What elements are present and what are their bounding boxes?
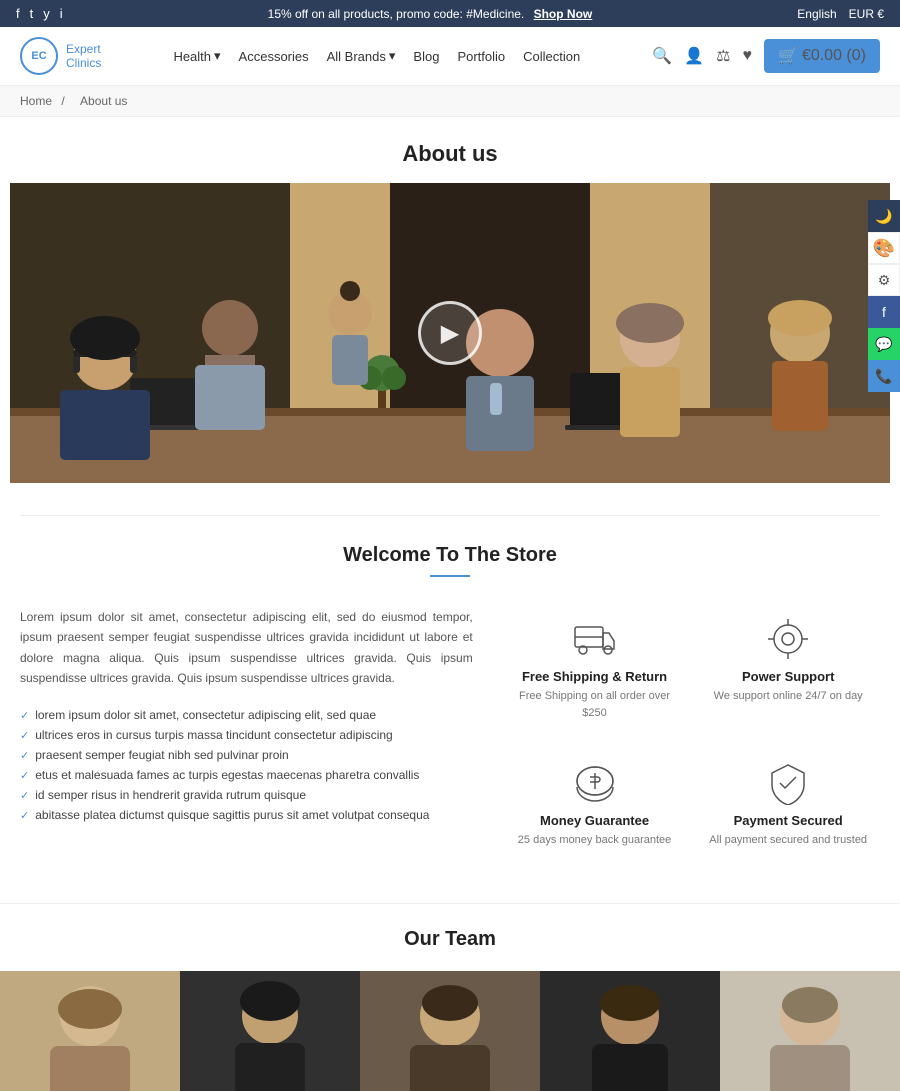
breadcrumb-current: About us xyxy=(80,94,127,108)
shop-now-link[interactable]: Shop Now xyxy=(534,7,593,21)
wishlist-icon[interactable]: ♥ xyxy=(743,47,753,65)
shipping-desc: Free Shipping on all order over $250 xyxy=(508,688,682,721)
compare-icon[interactable]: ⚖ xyxy=(716,46,730,66)
phone-icon[interactable]: 📞 xyxy=(868,360,900,392)
header-icons: 🔍 👤 ⚖ ♥ 🛒 €0.00 (0) xyxy=(652,39,880,73)
welcome-section: Welcome To The Store xyxy=(0,483,900,587)
user-icon[interactable]: 👤 xyxy=(684,46,704,66)
list-item: ultrices eros in cursus turpis massa tin… xyxy=(20,725,473,745)
team-member-3 xyxy=(360,971,540,1091)
page-title: About us xyxy=(0,117,900,183)
list-item: etus et malesuada fames ac turpis egesta… xyxy=(20,765,473,785)
support-desc: We support online 24/7 on day xyxy=(701,688,875,705)
content-description: Lorem ipsum dolor sit amet, consectetur … xyxy=(20,607,473,689)
welcome-divider xyxy=(430,575,470,577)
logo-circle: EC xyxy=(20,37,58,75)
team-title: Our Team xyxy=(0,903,900,971)
content-area: Lorem ipsum dolor sit amet, consectetur … xyxy=(0,587,900,879)
facebook-side-icon[interactable]: f xyxy=(868,296,900,328)
cart-icon: 🛒 xyxy=(778,46,798,66)
promo-bar: 15% off on all products, promo code: #Me… xyxy=(63,7,798,21)
team-photos xyxy=(0,971,900,1091)
breadcrumb-separator: / xyxy=(61,94,64,108)
dark-mode-icon[interactable]: 🌙 xyxy=(868,200,900,232)
list-item: abitasse platea dictumst quisque sagitti… xyxy=(20,805,473,825)
payment-title: Payment Secured xyxy=(701,813,875,828)
youtube-icon[interactable]: y xyxy=(43,6,50,21)
nav-blog[interactable]: Blog xyxy=(413,49,439,64)
header: EC Expert Clinics Health ▾ Accessories A… xyxy=(0,27,900,86)
list-item: praesent semper feugiat nibh sed pulvina… xyxy=(20,745,473,765)
language-selector[interactable]: English xyxy=(797,7,836,21)
money-icon xyxy=(508,761,682,805)
twitter-icon[interactable]: t xyxy=(30,6,34,21)
cart-amount: €0.00 (0) xyxy=(802,47,866,65)
main-nav: Health ▾ Accessories All Brands ▾ Blog P… xyxy=(173,48,580,64)
list-item: id semper risus in hendrerit gravida rut… xyxy=(20,785,473,805)
money-title: Money Guarantee xyxy=(508,813,682,828)
video-section[interactable]: ▶ xyxy=(10,183,890,483)
team-section: Our Team xyxy=(0,879,900,1091)
social-links[interactable]: f t y i xyxy=(16,6,63,21)
top-bar-right: English EUR € xyxy=(797,7,884,21)
cart-button[interactable]: 🛒 €0.00 (0) xyxy=(764,39,880,73)
feature-support: Power Support We support online 24/7 on … xyxy=(696,607,880,731)
payment-desc: All payment secured and trusted xyxy=(701,832,875,849)
top-bar: f t y i 15% off on all products, promo c… xyxy=(0,0,900,27)
facebook-icon[interactable]: f xyxy=(16,6,20,21)
feature-payment: Payment Secured All payment secured and … xyxy=(696,751,880,859)
list-item: lorem ipsum dolor sit amet, consectetur … xyxy=(20,705,473,725)
shipping-title: Free Shipping & Return xyxy=(508,669,682,684)
shipping-icon xyxy=(508,617,682,661)
content-right: Free Shipping & Return Free Shipping on … xyxy=(503,607,880,859)
nav-allbrands[interactable]: All Brands ▾ xyxy=(327,48,396,64)
currency-selector[interactable]: EUR € xyxy=(849,7,884,21)
promo-text: 15% off on all products, promo code: #Me… xyxy=(268,7,525,21)
content-list: lorem ipsum dolor sit amet, consectetur … xyxy=(20,705,473,825)
payment-icon xyxy=(701,761,875,805)
logo-text: Expert Clinics xyxy=(66,42,101,71)
nav-health[interactable]: Health ▾ xyxy=(173,48,220,64)
breadcrumb: Home / About us xyxy=(0,86,900,117)
chevron-down-icon: ▾ xyxy=(214,48,221,64)
content-left: Lorem ipsum dolor sit amet, consectetur … xyxy=(20,607,473,859)
play-button[interactable]: ▶ xyxy=(418,301,482,365)
settings-icon[interactable]: ⚙ xyxy=(868,264,900,296)
welcome-title: Welcome To The Store xyxy=(20,515,880,567)
breadcrumb-home[interactable]: Home xyxy=(20,94,52,108)
chevron-down-icon: ▾ xyxy=(389,48,396,64)
team-member-2 xyxy=(180,971,360,1091)
logo[interactable]: EC Expert Clinics xyxy=(20,37,101,75)
support-icon xyxy=(701,617,875,661)
nav-portfolio[interactable]: Portfolio xyxy=(457,49,505,64)
nav-accessories[interactable]: Accessories xyxy=(239,49,309,64)
nav-collection[interactable]: Collection xyxy=(523,49,580,64)
team-member-1 xyxy=(0,971,180,1091)
team-member-4 xyxy=(540,971,720,1091)
search-icon[interactable]: 🔍 xyxy=(652,46,672,66)
whatsapp-icon[interactable]: 💬 xyxy=(868,328,900,360)
support-title: Power Support xyxy=(701,669,875,684)
team-member-5 xyxy=(720,971,900,1091)
side-icons: 🌙 🎨 ⚙ f 💬 📞 xyxy=(868,200,900,392)
feature-shipping: Free Shipping & Return Free Shipping on … xyxy=(503,607,687,731)
color-picker-icon[interactable]: 🎨 xyxy=(868,232,900,264)
money-desc: 25 days money back guarantee xyxy=(508,832,682,849)
feature-money: Money Guarantee 25 days money back guara… xyxy=(503,751,687,859)
